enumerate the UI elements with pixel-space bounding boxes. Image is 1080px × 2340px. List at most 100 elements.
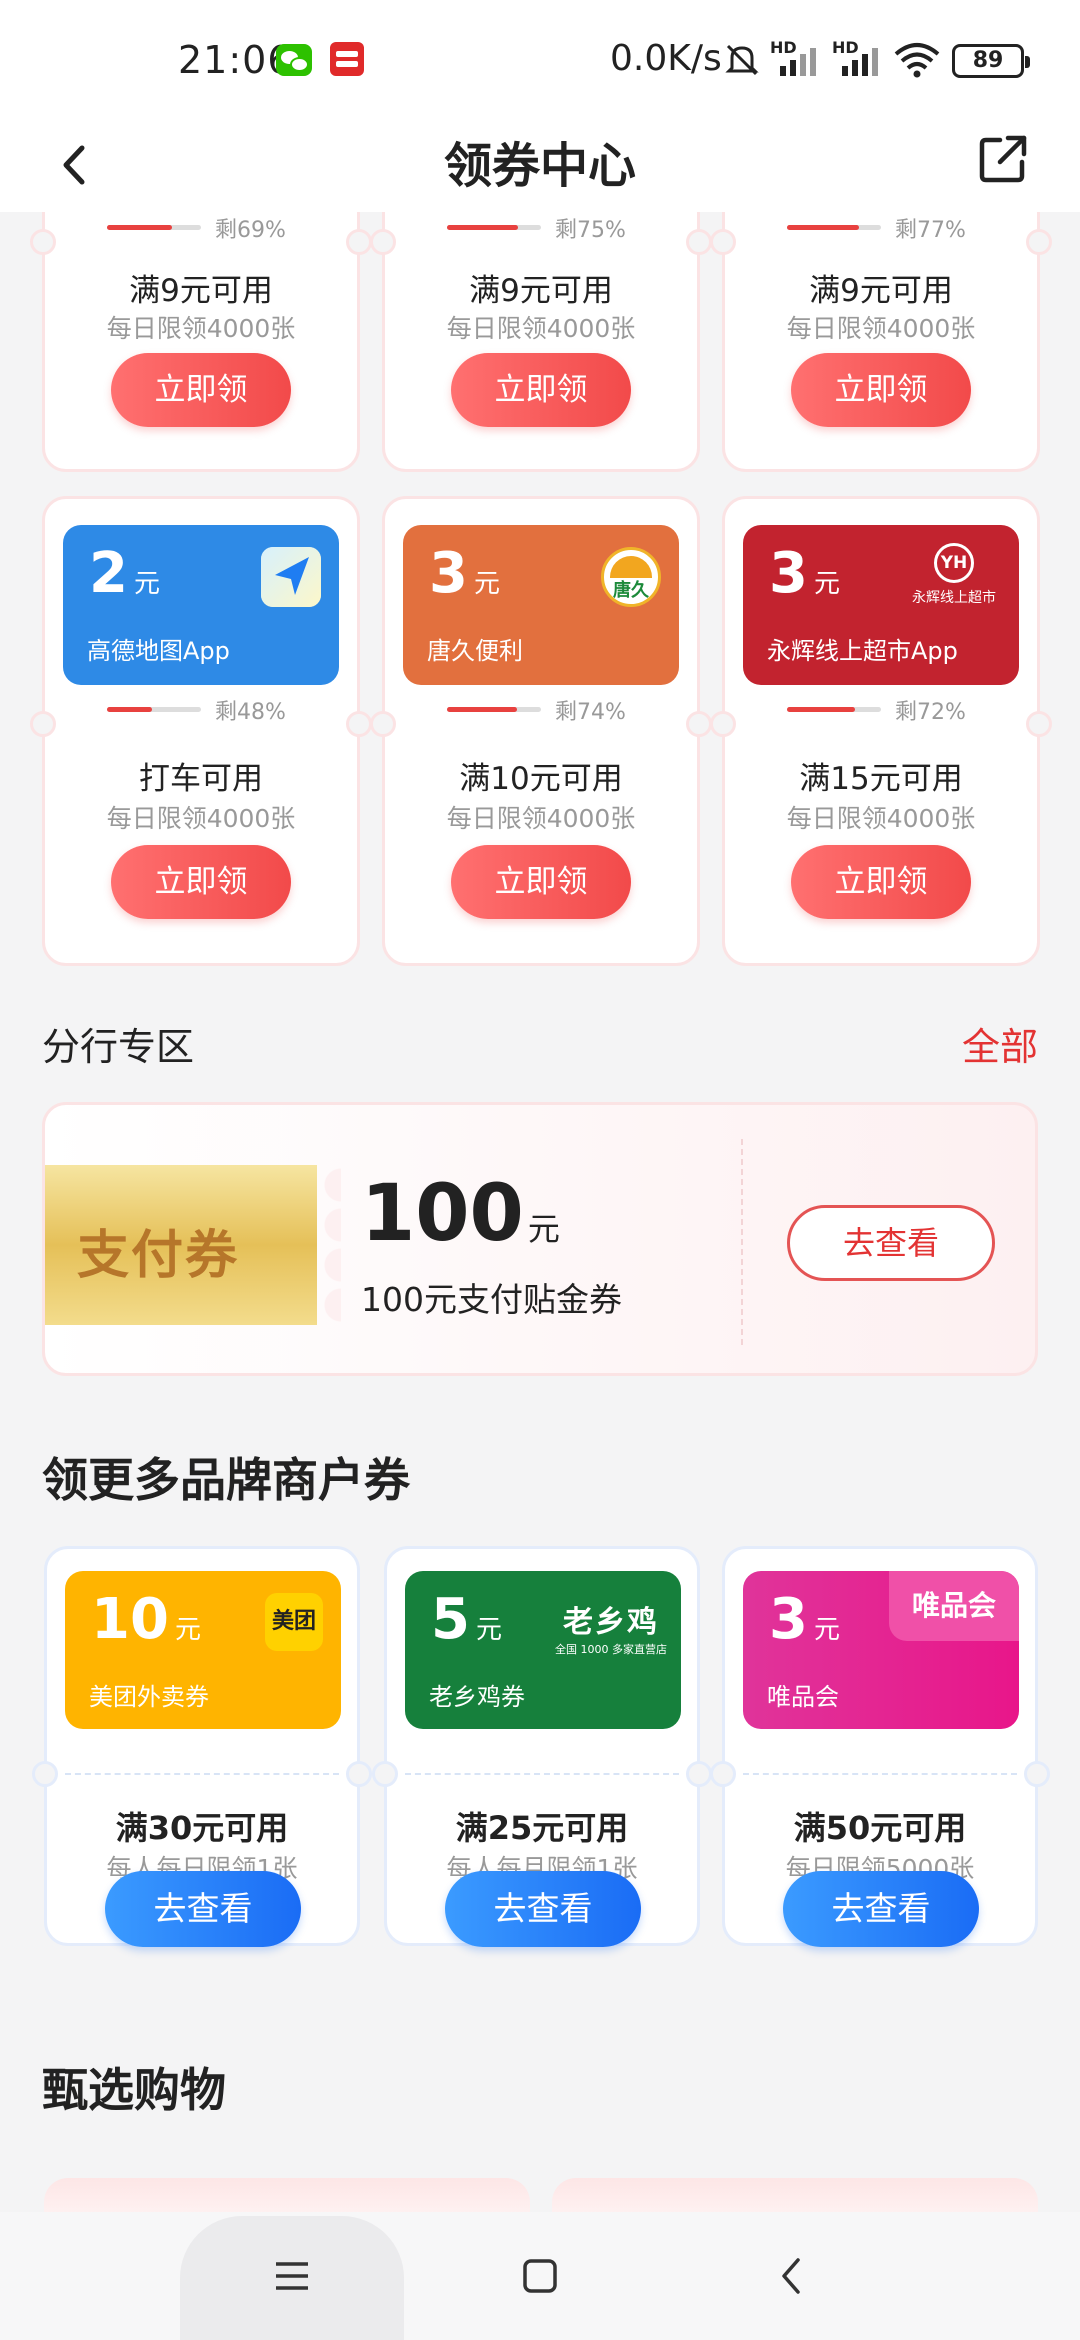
remaining-text: 剩77% bbox=[895, 218, 966, 243]
brand-banner: 3元 永辉线上超市App YH 永辉线上超市 bbox=[743, 525, 1019, 685]
mute-icon bbox=[725, 44, 759, 76]
brand-name: 永辉线上超市App bbox=[767, 637, 958, 665]
coupon-condition: 满25元可用 bbox=[455, 1809, 629, 1847]
progress-fill bbox=[107, 225, 172, 230]
logo-subtext: 全国 1000 多家直营店 bbox=[555, 1643, 667, 1656]
claim-button[interactable]: 立即领 bbox=[111, 353, 291, 427]
ticket-notch bbox=[1026, 711, 1052, 737]
coupon-limit: 每日限领4000张 bbox=[786, 314, 976, 343]
coupon-card: 剩77% 满9元可用 每日限领4000张 立即领 bbox=[710, 212, 1052, 472]
yonghui-logo-icon: YH 永辉线上超市 bbox=[899, 543, 1009, 613]
claim-button[interactable]: 立即领 bbox=[111, 845, 291, 919]
claim-button[interactable]: 立即领 bbox=[451, 845, 631, 919]
logo-text: 老乡鸡 bbox=[563, 1605, 659, 1640]
coupon-condition: 满10元可用 bbox=[459, 761, 623, 797]
amount-value: 5 bbox=[431, 1587, 470, 1652]
laoxiangji-logo-icon: 老乡鸡 全国 1000 多家直营店 bbox=[555, 1597, 667, 1657]
progress-track bbox=[787, 225, 881, 230]
coupon-condition: 满30元可用 bbox=[115, 1809, 289, 1847]
view-all-link[interactable]: 全部 bbox=[962, 1016, 1038, 1071]
ticket-divider bbox=[65, 1773, 339, 1775]
ticket-notch bbox=[32, 1761, 58, 1787]
amount-value: 3 bbox=[429, 541, 468, 606]
brand-banner: 10 元 美团外卖券 美团 bbox=[65, 1571, 341, 1729]
menu-icon[interactable] bbox=[272, 2256, 312, 2296]
remaining-text: 剩69% bbox=[215, 218, 286, 243]
progress-fill bbox=[107, 707, 153, 712]
coupon-card: 2元 高德地图App 剩48% 打车可用 每日限领4000张 立即领 bbox=[30, 496, 372, 966]
coupon-amount: 3元 bbox=[769, 1587, 840, 1652]
brand-name: 老乡鸡券 bbox=[429, 1683, 525, 1711]
amount-unit: 元 bbox=[133, 569, 160, 599]
app-notification-icon bbox=[330, 42, 364, 76]
claim-button[interactable]: 立即领 bbox=[791, 845, 971, 919]
coupon-amount: 5元 bbox=[431, 1587, 502, 1652]
ticket-notch bbox=[686, 1761, 712, 1787]
logo-sun bbox=[610, 556, 652, 578]
coupon-condition: 满9元可用 bbox=[129, 273, 273, 309]
back-icon[interactable] bbox=[772, 2256, 812, 2296]
product-card[interactable] bbox=[552, 2178, 1038, 2212]
share-icon[interactable] bbox=[970, 126, 1040, 196]
brand-name: 美团外卖券 bbox=[89, 1683, 209, 1711]
wechat-icon bbox=[276, 44, 312, 76]
network-speed: 0.0K/s bbox=[610, 38, 722, 79]
remaining-progress: 剩77% bbox=[787, 215, 987, 243]
ticket-divider bbox=[743, 1773, 1017, 1775]
header: 领券中心 bbox=[0, 120, 1080, 212]
coupon-description: 100元支付贴金券 bbox=[361, 1280, 622, 1319]
coupon-amount: 10 元 bbox=[91, 1587, 201, 1652]
view-coupon-button[interactable]: 去查看 bbox=[105, 1871, 301, 1947]
ticket-notch bbox=[686, 229, 712, 255]
coupon-limit: 每日限领4000张 bbox=[786, 804, 976, 833]
coupon-card: 3元 永辉线上超市App YH 永辉线上超市 剩72% 满15元可用 每日限领4… bbox=[710, 496, 1052, 966]
ticket-notch bbox=[710, 1761, 736, 1787]
amount-value: 3 bbox=[769, 541, 808, 606]
remaining-text: 剩74% bbox=[555, 700, 626, 725]
coupon-card: 3元 唐久便利 唐久 剩74% 满10元可用 每日限领4000张 立即领 bbox=[370, 496, 712, 966]
amount-unit: 元 bbox=[813, 1615, 840, 1645]
view-coupon-button[interactable]: 去查看 bbox=[445, 1871, 641, 1947]
progress-fill bbox=[787, 707, 855, 712]
progress-track bbox=[107, 225, 201, 230]
remaining-progress: 剩48% bbox=[107, 697, 307, 725]
merchant-coupon-card: 3元 唯品会 唯品会 满50元可用 每日限领5000张 去查看 bbox=[710, 1546, 1050, 1947]
brand-banner: 5元 老乡鸡券 老乡鸡 全国 1000 多家直营店 bbox=[405, 1571, 681, 1729]
vip-logo-icon: 唯品会 bbox=[889, 1571, 1019, 1641]
ticket-notch bbox=[710, 711, 736, 737]
amount-value: 10 bbox=[91, 1587, 169, 1652]
ticket-notch bbox=[686, 711, 712, 737]
brand-name: 高德地图App bbox=[87, 637, 230, 665]
coupon-condition: 满50元可用 bbox=[793, 1809, 967, 1847]
logo-text: 唐久 bbox=[613, 580, 649, 601]
progress-fill bbox=[787, 225, 860, 230]
coupon-limit: 每日限领4000张 bbox=[446, 314, 636, 343]
coupon-card: 剩69% 满9元可用 每日限领4000张 立即领 bbox=[30, 212, 372, 472]
amount-value: 3 bbox=[769, 1587, 808, 1652]
logo-text: YH bbox=[934, 543, 974, 583]
remaining-progress: 剩72% bbox=[787, 697, 987, 725]
view-coupon-button[interactable]: 去查看 bbox=[787, 1205, 995, 1281]
coupon-condition: 满9元可用 bbox=[809, 273, 953, 309]
brand-banner: 2元 高德地图App bbox=[63, 525, 339, 685]
remaining-progress: 剩75% bbox=[447, 215, 647, 243]
coupon-center-content: 剩69% 满9元可用 每日限领4000张 立即领 剩75% 满9元可用 每日限领… bbox=[0, 212, 1080, 2212]
ticket-divider bbox=[741, 1139, 743, 1345]
progress-track bbox=[447, 225, 541, 230]
remaining-progress: 剩69% bbox=[107, 215, 307, 243]
merchant-coupon-card: 10 元 美团外卖券 美团 满30元可用 每人每日限领1张 去查看 bbox=[32, 1546, 372, 1947]
coupon-limit: 每日限领4000张 bbox=[106, 314, 296, 343]
claim-button[interactable]: 立即领 bbox=[791, 353, 971, 427]
progress-track bbox=[447, 707, 541, 712]
remaining-text: 剩48% bbox=[215, 700, 286, 725]
view-coupon-button[interactable]: 去查看 bbox=[783, 1871, 979, 1947]
claim-button[interactable]: 立即领 bbox=[451, 353, 631, 427]
tangjiu-logo-icon: 唐久 bbox=[601, 547, 661, 607]
ticket-divider bbox=[405, 1773, 679, 1775]
system-navigation-bar bbox=[0, 2212, 1080, 2340]
amount-value: 2 bbox=[89, 541, 128, 606]
home-icon[interactable] bbox=[520, 2256, 560, 2296]
amount-unit: 元 bbox=[475, 1615, 502, 1645]
product-card[interactable] bbox=[44, 2178, 530, 2212]
coupon-condition: 满9元可用 bbox=[469, 273, 613, 309]
